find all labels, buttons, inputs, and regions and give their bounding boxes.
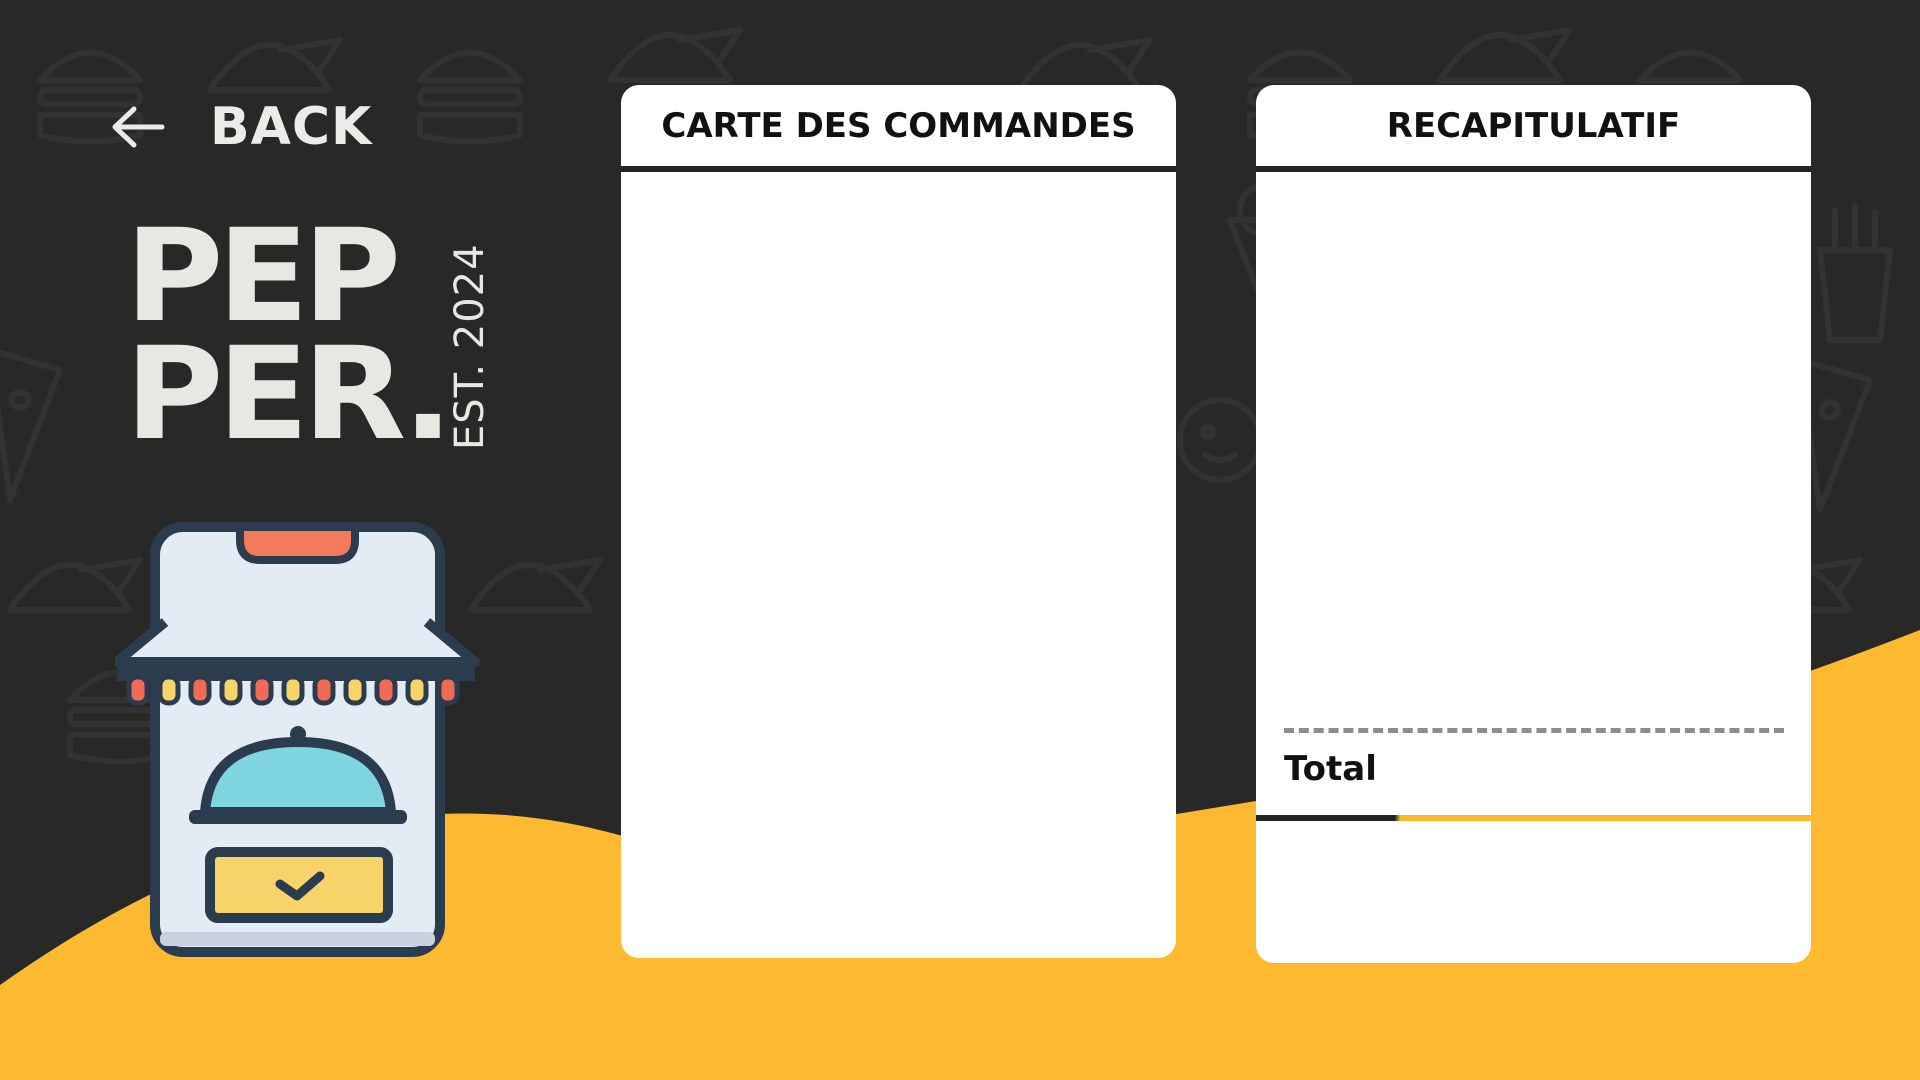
order-summary-panel: RECAPITULATIF Total bbox=[1256, 85, 1811, 963]
orders-list[interactable] bbox=[621, 172, 1176, 958]
logo-text-top: PEP bbox=[125, 202, 401, 351]
total-divider bbox=[1256, 815, 1811, 821]
logo-text-bottom: PER. bbox=[125, 320, 453, 469]
arrow-left-icon bbox=[112, 106, 165, 148]
back-button[interactable]: BACK bbox=[110, 92, 372, 162]
back-label: BACK bbox=[210, 97, 373, 157]
summary-items-list[interactable] bbox=[1256, 172, 1811, 722]
pepper-logo: PEP PER. EST. 2024 bbox=[125, 202, 495, 469]
orders-menu-panel: CARTE DES COMMANDES bbox=[621, 85, 1176, 958]
orders-panel-title: CARTE DES COMMANDES bbox=[661, 106, 1136, 146]
logo-established-year: EST. 2024 bbox=[447, 243, 493, 450]
summary-panel-title: RECAPITULATIF bbox=[1386, 106, 1681, 146]
summary-dashed-divider bbox=[1284, 728, 1784, 733]
app-screen: BACK PEP PER. EST. 2024 CARTE DES COMMAN… bbox=[0, 0, 1920, 1080]
online-food-shop-icon bbox=[115, 522, 480, 957]
total-label: Total bbox=[1284, 749, 1377, 789]
